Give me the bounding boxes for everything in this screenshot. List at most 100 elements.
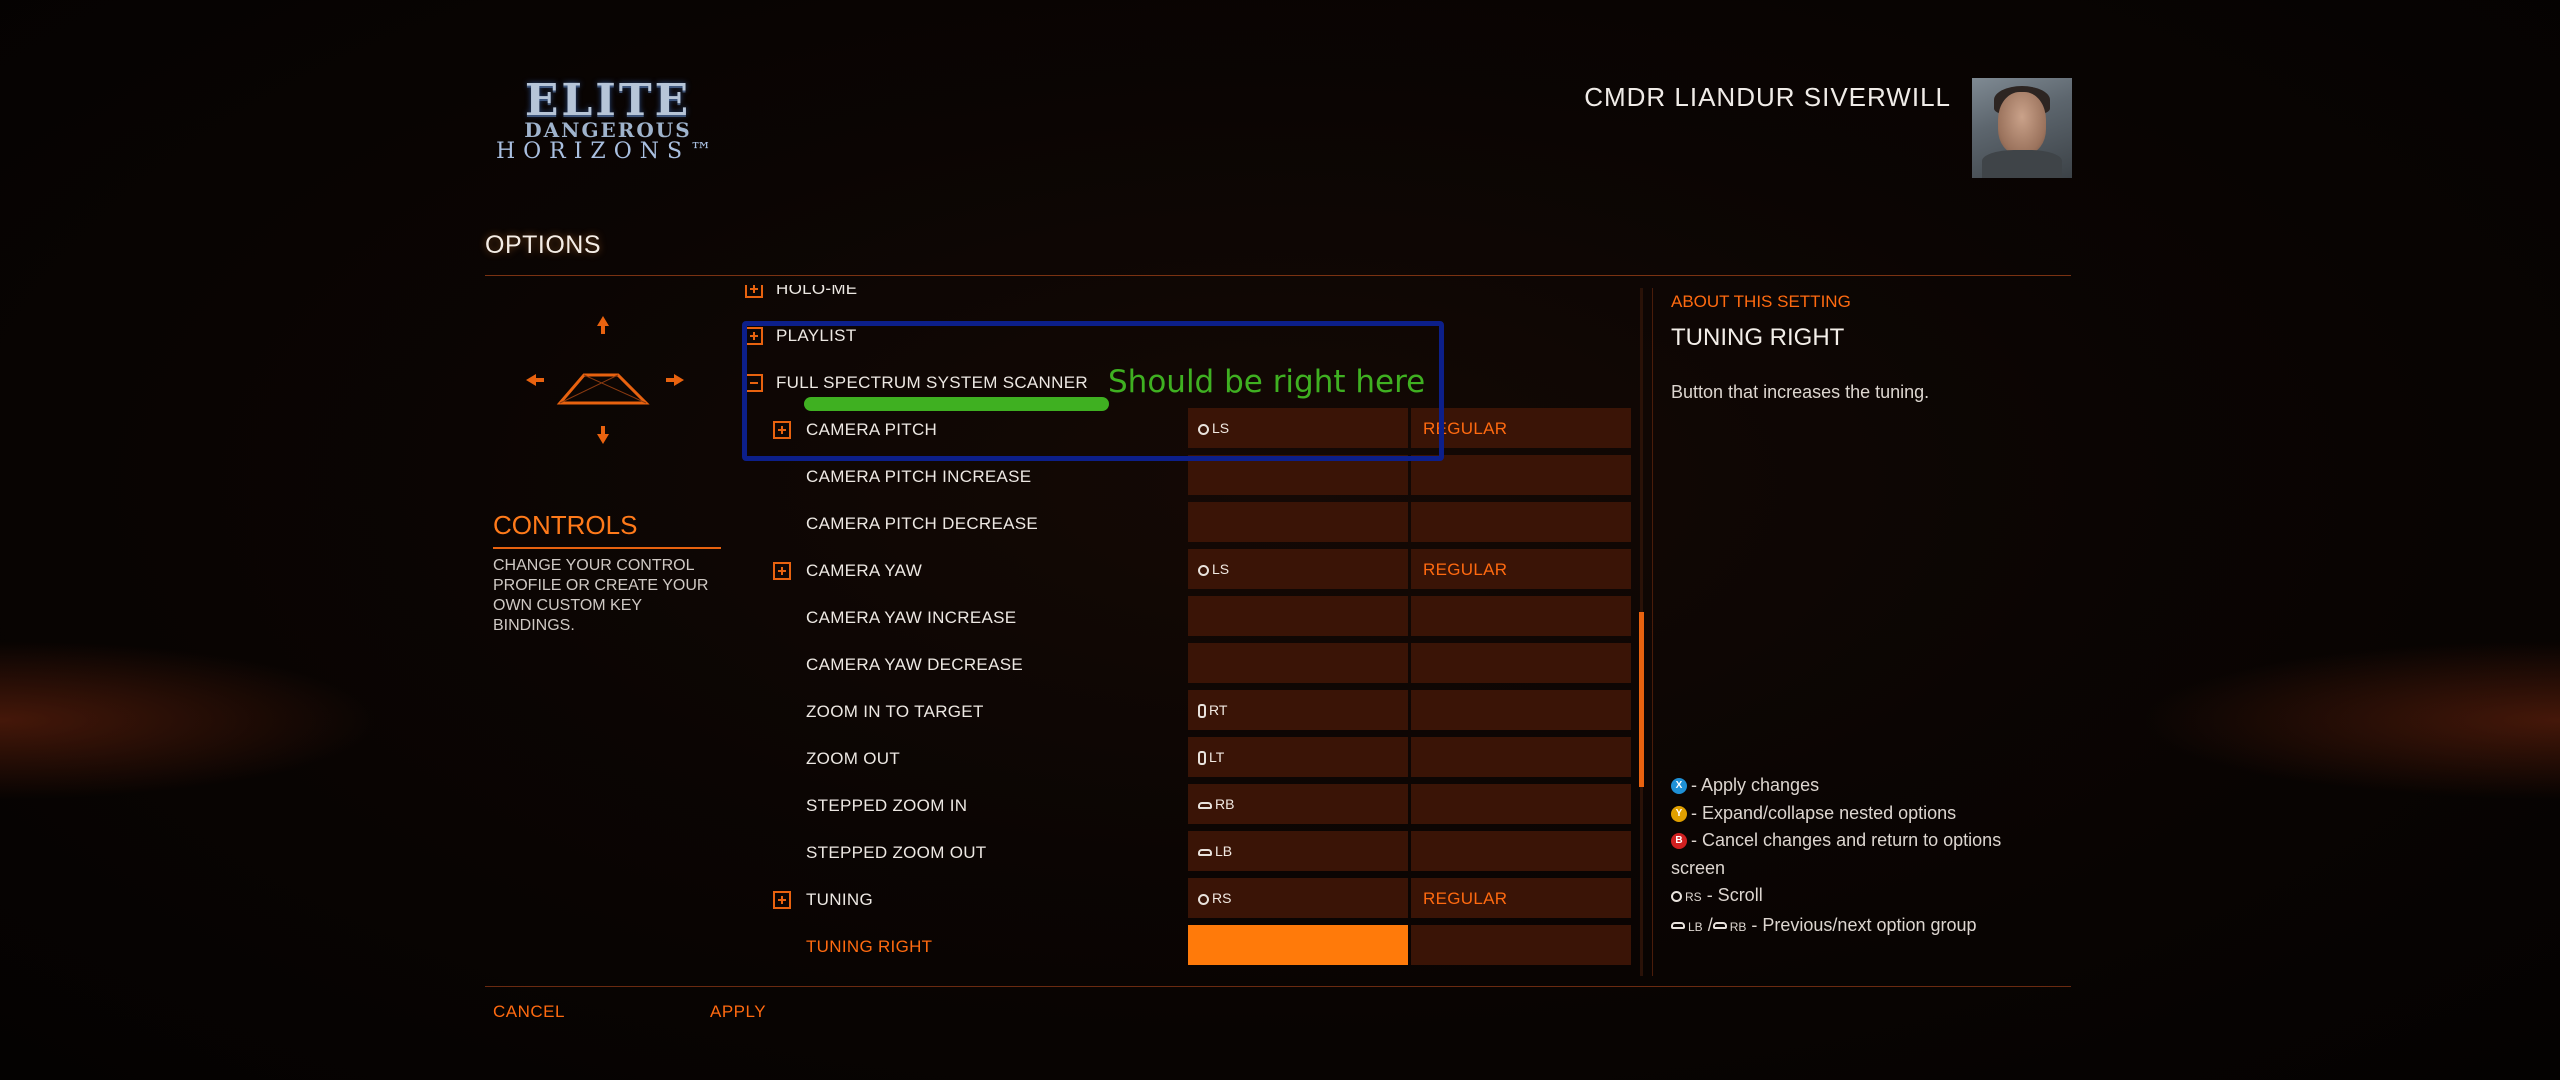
expand-icon[interactable] xyxy=(773,562,791,580)
apply-button[interactable]: APPLY xyxy=(710,1002,766,1022)
x-button-icon: X xyxy=(1671,778,1687,795)
header-divider xyxy=(485,275,2071,276)
commander-name: CMDR LIANDUR SIVERWILL xyxy=(1584,82,1951,112)
row-label: CAMERA PITCH INCREASE xyxy=(806,467,1032,486)
primary-binding-cell[interactable] xyxy=(1188,455,1408,495)
logo-line-dangerous: DANGEROUS xyxy=(524,118,692,142)
list-row-tuning-right[interactable]: TUNING RIGHT xyxy=(738,923,1633,970)
list-row-zoom-out[interactable]: ZOOM OUT LT xyxy=(738,735,1633,782)
secondary-binding-cell[interactable] xyxy=(1411,831,1631,871)
binding-text: RT xyxy=(1209,702,1228,718)
y-button-icon: Y xyxy=(1671,805,1687,822)
annotation-marker xyxy=(804,397,1109,411)
primary-binding-cell-selected[interactable] xyxy=(1188,925,1408,965)
list-row-camera-yaw-increase[interactable]: CAMERA YAW INCREASE xyxy=(738,594,1633,641)
b-button-icon: B xyxy=(1671,833,1687,850)
row-label: CAMERA PITCH DECREASE xyxy=(806,514,1039,533)
row-label: CAMERA YAW DECREASE xyxy=(806,655,1023,674)
bumper-icon xyxy=(1198,848,1212,856)
expand-icon[interactable] xyxy=(773,891,791,909)
help-scroll-text: - Scroll xyxy=(1706,885,1763,905)
list-row-camera-yaw-decrease[interactable]: CAMERA YAW DECREASE xyxy=(738,641,1633,688)
list-row-stepped-zoom-out[interactable]: STEPPED ZOOM OUT LB xyxy=(738,829,1633,876)
help-prevnext: LB / RB - Previous/next option group xyxy=(1671,912,2011,942)
help-cancel-text: - Cancel changes and return to options s… xyxy=(1671,830,2002,878)
trigger-icon xyxy=(1198,704,1206,719)
right-ambient-glow xyxy=(2140,640,2560,800)
arrow-down-icon xyxy=(597,426,609,444)
setting-description: Button that increases the tuning. xyxy=(1671,382,1930,402)
axis-mode: REGULAR xyxy=(1423,560,1508,579)
arrow-up-icon xyxy=(597,316,609,334)
binding-text: LT xyxy=(1209,749,1225,765)
row-label: TUNING RIGHT xyxy=(806,937,933,956)
stick-icon xyxy=(1198,564,1209,576)
binding-text: RS xyxy=(1212,890,1232,906)
help-rb-key: RB xyxy=(1729,919,1747,934)
primary-binding-cell[interactable]: RT xyxy=(1188,690,1408,730)
row-label: STEPPED ZOOM IN xyxy=(806,796,968,815)
secondary-binding-cell[interactable] xyxy=(1411,455,1631,495)
row-label: HOLO-ME xyxy=(776,285,858,298)
left-ambient-glow xyxy=(0,640,380,800)
secondary-binding-cell[interactable] xyxy=(1411,596,1631,636)
help-lb-key: LB xyxy=(1688,919,1703,934)
cancel-button[interactable]: CANCEL xyxy=(493,1002,565,1022)
help-apply-text: - Apply changes xyxy=(1691,775,1820,795)
about-setting-header: ABOUT THIS SETTING xyxy=(1671,292,1851,311)
game-logo: ELITE DANGEROUS HORIZONS™ xyxy=(493,78,723,178)
secondary-binding-cell[interactable] xyxy=(1411,502,1631,542)
secondary-binding-cell[interactable]: REGULAR xyxy=(1411,549,1631,589)
primary-binding-cell[interactable] xyxy=(1188,596,1408,636)
primary-binding-cell[interactable] xyxy=(1188,502,1408,542)
controls-title: CONTROLS xyxy=(493,510,638,540)
list-row-tuning[interactable]: TUNING RS REGULAR xyxy=(738,876,1633,923)
trigger-icon xyxy=(1198,751,1206,766)
footer-divider xyxy=(485,986,2071,987)
primary-binding-cell[interactable]: LS xyxy=(1188,549,1408,589)
help-scroll: RS - Scroll xyxy=(1671,882,2011,912)
right-stick-icon xyxy=(1671,890,1682,902)
secondary-binding-cell[interactable] xyxy=(1411,737,1631,777)
nav-direction-icon xyxy=(526,316,684,444)
secondary-binding-cell[interactable]: REGULAR xyxy=(1411,408,1631,448)
setting-title: TUNING RIGHT xyxy=(1671,324,1845,351)
row-label: ZOOM IN TO TARGET xyxy=(806,702,984,721)
scrollbar-thumb[interactable] xyxy=(1639,612,1644,787)
help-separator: / xyxy=(1707,914,1713,935)
list-row-camera-pitch-decrease[interactable]: CAMERA PITCH DECREASE xyxy=(738,500,1633,547)
list-row-camera-yaw[interactable]: CAMERA YAW LS REGULAR xyxy=(738,547,1633,594)
primary-binding-cell[interactable]: LT xyxy=(1188,737,1408,777)
expand-icon[interactable] xyxy=(745,285,763,298)
secondary-binding-cell[interactable] xyxy=(1411,784,1631,824)
row-label: STEPPED ZOOM OUT xyxy=(806,843,987,862)
commander-avatar xyxy=(1972,78,2072,178)
help-expand: Y- Expand/collapse nested options xyxy=(1671,800,2011,828)
controls-help: X- Apply changes Y- Expand/collapse nest… xyxy=(1671,772,2011,941)
binding-text: LS xyxy=(1212,561,1230,577)
row-label: ZOOM OUT xyxy=(806,749,900,768)
page-title: OPTIONS xyxy=(485,231,602,259)
binding-text: RB xyxy=(1215,796,1235,812)
annotation-text: Should be right here xyxy=(1108,364,1426,400)
primary-binding-cell[interactable]: RS xyxy=(1188,878,1408,918)
primary-binding-cell[interactable] xyxy=(1188,643,1408,683)
controls-underline xyxy=(493,547,721,549)
list-row-holo-me[interactable]: HOLO-ME xyxy=(738,285,1633,312)
secondary-binding-cell[interactable] xyxy=(1411,925,1631,965)
row-label: CAMERA YAW INCREASE xyxy=(806,608,1017,627)
arrow-left-icon xyxy=(526,374,544,386)
list-row-stepped-zoom-in[interactable]: STEPPED ZOOM IN RB xyxy=(738,782,1633,829)
binding-text: LB xyxy=(1215,843,1233,859)
controls-description: CHANGE YOUR CONTROL PROFILE OR CREATE YO… xyxy=(493,557,709,634)
stick-icon xyxy=(1198,893,1209,905)
help-cancel: B- Cancel changes and return to options … xyxy=(1671,827,2011,882)
help-expand-text: - Expand/collapse nested options xyxy=(1691,802,1957,823)
primary-binding-cell[interactable]: RB xyxy=(1188,784,1408,824)
secondary-binding-cell[interactable]: REGULAR xyxy=(1411,878,1631,918)
left-bumper-icon xyxy=(1671,922,1685,930)
list-row-zoom-in-to-target[interactable]: ZOOM IN TO TARGET RT xyxy=(738,688,1633,735)
primary-binding-cell[interactable]: LB xyxy=(1188,831,1408,871)
secondary-binding-cell[interactable] xyxy=(1411,643,1631,683)
secondary-binding-cell[interactable] xyxy=(1411,690,1631,730)
